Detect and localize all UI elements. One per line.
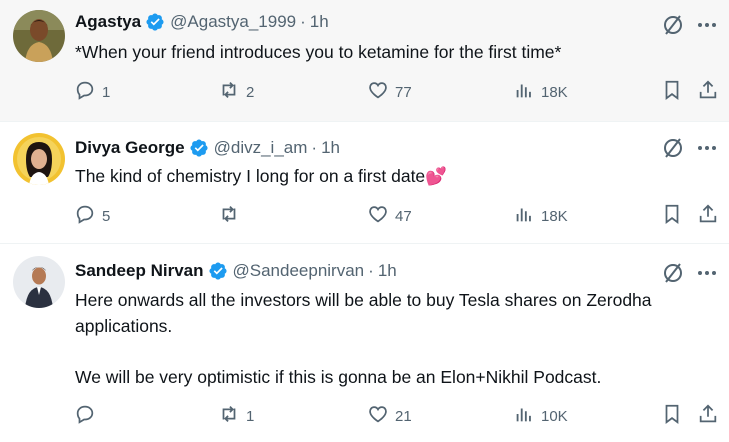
tweet-header: Agastya @Agastya_1999 · 1h — [75, 11, 329, 33]
reply-button[interactable]: 5 — [74, 204, 110, 228]
reply-button[interactable] — [74, 404, 102, 428]
tweet-sandeep[interactable]: Sandeep Nirvan @Sandeepnirvan · 1h Here … — [0, 244, 729, 442]
bookmark-icon — [661, 79, 683, 105]
like-button[interactable]: 21 — [367, 404, 412, 428]
more-icon[interactable] — [695, 13, 719, 37]
repost-icon — [218, 79, 240, 105]
share-button[interactable] — [697, 80, 719, 104]
views-button[interactable]: 10K — [513, 404, 568, 428]
tweet-header: Divya George @divz_i_am · 1h — [75, 137, 340, 159]
grok-icon[interactable] — [661, 13, 685, 37]
separator-dot: · — [311, 138, 318, 157]
author-name[interactable]: Agastya — [75, 12, 141, 32]
repost-button[interactable]: 2 — [218, 80, 254, 104]
grok-icon[interactable] — [661, 261, 685, 285]
share-button[interactable] — [697, 204, 719, 228]
tweet-text: Here onwards all the investors will be a… — [75, 290, 652, 387]
avatar[interactable] — [13, 133, 65, 185]
share-icon — [697, 403, 719, 429]
bookmark-button[interactable] — [661, 80, 683, 104]
avatar[interactable] — [13, 256, 65, 308]
repost-count: 2 — [246, 83, 255, 101]
author-handle[interactable]: @Agastya_1999 — [170, 12, 296, 32]
separator-dot: · — [300, 12, 306, 31]
more-icon[interactable] — [695, 136, 719, 160]
like-count: 77 — [395, 83, 412, 101]
timeline-feed: Agastya @Agastya_1999 · 1h *When your fr… — [0, 0, 729, 442]
tweet-divya[interactable]: Divya George @divz_i_am · 1h The kind of… — [0, 122, 729, 244]
author-name[interactable]: Sandeep Nirvan — [75, 261, 204, 281]
tweet-actions: 1 21 10K — [66, 404, 729, 428]
timestamp[interactable]: 1h — [378, 261, 397, 281]
views-count: 18K — [541, 83, 568, 101]
verified-badge-icon — [189, 138, 209, 158]
tweet-agastya[interactable]: Agastya @Agastya_1999 · 1h *When your fr… — [0, 0, 729, 122]
reply-button[interactable]: 1 — [74, 80, 110, 104]
tweet-text: *When your friend introduces you to keta… — [75, 42, 562, 62]
bookmark-button[interactable] — [661, 204, 683, 228]
share-button[interactable] — [697, 404, 719, 428]
bookmark-icon — [661, 203, 683, 229]
views-icon — [513, 79, 535, 105]
bookmark-icon — [661, 403, 683, 429]
repost-icon — [218, 203, 240, 229]
tweet-actions: 1 2 77 18K — [66, 80, 729, 104]
repost-count: 1 — [246, 407, 255, 425]
author-name[interactable]: Divya George — [75, 138, 185, 158]
like-icon — [367, 403, 389, 429]
reply-count: 5 — [102, 207, 111, 225]
verified-badge-icon — [145, 12, 165, 32]
repost-button[interactable] — [218, 204, 246, 228]
reply-count: 1 — [102, 83, 111, 101]
tweet-header: Sandeep Nirvan @Sandeepnirvan · 1h — [75, 260, 397, 282]
views-count: 18K — [541, 207, 568, 225]
reply-icon — [74, 403, 96, 429]
author-handle[interactable]: @divz_i_am — [214, 138, 308, 158]
like-count: 47 — [395, 207, 412, 225]
views-icon — [513, 203, 535, 229]
verified-badge-icon — [208, 261, 228, 281]
tweet-text: The kind of chemistry I long for on a fi… — [75, 166, 447, 186]
more-icon[interactable] — [695, 261, 719, 285]
grok-icon[interactable] — [661, 136, 685, 160]
like-count: 21 — [395, 407, 412, 425]
timestamp[interactable]: 1h — [310, 12, 329, 32]
like-button[interactable]: 77 — [367, 80, 412, 104]
reply-icon — [74, 79, 96, 105]
like-button[interactable]: 47 — [367, 204, 412, 228]
repost-button[interactable]: 1 — [218, 404, 254, 428]
like-icon — [367, 203, 389, 229]
views-icon — [513, 403, 535, 429]
bookmark-button[interactable] — [661, 404, 683, 428]
views-button[interactable]: 18K — [513, 204, 568, 228]
repost-icon — [218, 403, 240, 429]
avatar[interactable] — [13, 10, 65, 62]
separator-dot: · — [368, 261, 374, 280]
share-icon — [697, 79, 719, 105]
views-count: 10K — [541, 407, 568, 425]
views-button[interactable]: 18K — [513, 80, 568, 104]
like-icon — [367, 79, 389, 105]
timestamp[interactable]: 1h — [321, 138, 340, 158]
author-handle[interactable]: @Sandeepnirvan — [233, 261, 365, 281]
tweet-actions: 5 47 18K — [66, 204, 729, 228]
reply-icon — [74, 203, 96, 229]
share-icon — [697, 203, 719, 229]
